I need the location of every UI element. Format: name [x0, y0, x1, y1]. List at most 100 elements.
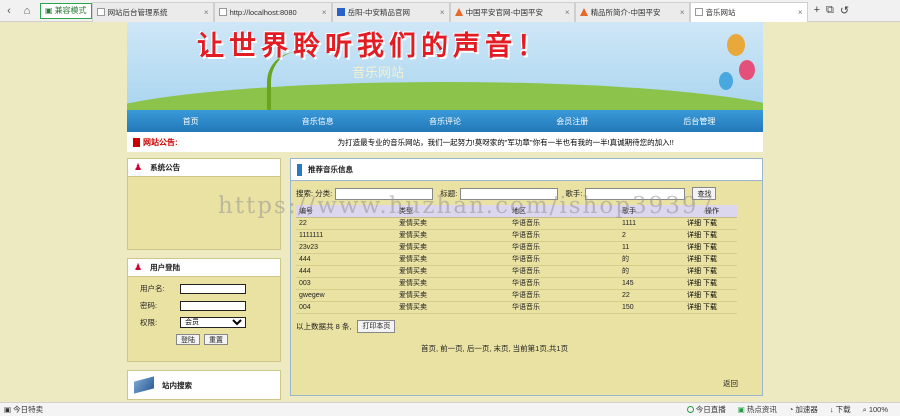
cell-ops[interactable]: 详细 下载 — [684, 301, 737, 314]
pagination[interactable]: 首页, 前一页, 后一页, 末页, 当前第1页,共1页 — [421, 343, 762, 354]
table-row: 1111111 爱情买卖 华语音乐 2 详细 下载 — [296, 229, 737, 242]
user-icon: ♟ — [134, 262, 143, 272]
cell-region: 华语音乐 — [509, 253, 619, 266]
back-link[interactable]: 返回 — [723, 378, 738, 389]
page-icon — [694, 8, 703, 16]
close-icon[interactable]: × — [680, 8, 685, 17]
banner-hill — [127, 82, 763, 110]
cell-singer: 的 — [619, 253, 684, 266]
table-row: gwegew 爱情买卖 华语音乐 22 详细 下载 — [296, 289, 737, 302]
table-row: 003 爱情买卖 华语音乐 145 详细 下载 — [296, 277, 737, 290]
section-marker — [297, 163, 302, 176]
cell-ops[interactable]: 详细 下载 — [684, 289, 737, 302]
nav-register[interactable]: 会员注册 — [509, 116, 636, 127]
tab-1[interactable]: http://localhost:8080 × — [213, 1, 332, 22]
live-icon — [686, 406, 694, 413]
status-news[interactable]: ▣ 热点资讯 — [738, 404, 777, 415]
tab-5[interactable]: 音乐网站 × — [689, 1, 808, 22]
status-accelerator[interactable]: ◔ 加速器 — [789, 404, 818, 415]
balloon-blue — [719, 72, 733, 90]
print-button[interactable]: 打印本页 — [357, 319, 396, 333]
cell-ops[interactable]: 详细 下载 — [684, 229, 737, 242]
balloon-pink — [739, 60, 755, 80]
cell-region: 华语音乐 — [509, 277, 619, 290]
table-row: 444 爱情买卖 华语音乐的详细 下载 — [296, 265, 737, 278]
cell-id: 444 — [296, 253, 396, 266]
username-label: 用户名: — [140, 284, 165, 293]
balloon-orange — [727, 34, 745, 56]
main-title: 推荐音乐信息 — [308, 165, 353, 174]
new-tab-icon[interactable]: + — [814, 4, 820, 17]
user-icon: ♟ — [134, 162, 143, 172]
download-icon: ↓ — [829, 405, 834, 414]
cell-ops[interactable]: 详细 下载 — [684, 241, 737, 254]
announce-label: 网站公告: — [143, 137, 178, 147]
banner-slogan: 让世界聆听我们的声音！ — [197, 31, 549, 62]
cell-ops[interactable]: 详细 下载 — [684, 265, 737, 278]
nav-music-comments[interactable]: 音乐评论 — [381, 116, 508, 127]
nav-admin[interactable]: 后台管理 — [636, 116, 763, 127]
cell-id: 1111111 — [296, 229, 396, 242]
table-row: 23v23 爱情买卖 华语音乐 11 详细 下载 — [296, 241, 737, 254]
page-icon — [218, 8, 227, 16]
cell-id: 003 — [296, 277, 396, 290]
notice-title: 系统公告 — [150, 163, 181, 172]
close-icon[interactable]: × — [798, 8, 803, 17]
music-table: 编号 类型 地区 歌手 操作 22 爱情买卖 华语音乐 1111 详细 下载 111111… — [296, 205, 737, 314]
cell-ops[interactable]: 详细 下载 — [684, 253, 737, 266]
news-icon: ▣ — [737, 405, 745, 414]
password-field[interactable] — [180, 300, 246, 311]
cell-type: 爱情买卖 — [396, 301, 509, 314]
cell-region: 华语音乐 — [509, 289, 619, 302]
close-icon[interactable]: × — [565, 8, 570, 17]
tab-2[interactable]: 岳阳-中安精品官网 × — [331, 1, 450, 22]
reset-button[interactable]: 重置 — [204, 334, 228, 345]
status-download[interactable]: ↓ 下载 — [830, 404, 851, 415]
role-label: 权限: — [140, 318, 158, 327]
compat-mode-button[interactable]: ▣ 兼容模式 — [40, 2, 92, 19]
cell-singer: 22 — [619, 289, 684, 302]
role-select[interactable]: 会员 — [180, 317, 246, 328]
cell-singer: 11 — [619, 241, 684, 254]
table-row: 444 爱情买卖 华语音乐的详细 下载 — [296, 253, 737, 266]
lu-icon — [336, 8, 345, 16]
banner-subtitle: 音乐网站 — [352, 66, 405, 81]
browser-tab-bar: ‹ ⌂ ▣ 兼容模式 网站后台管理系统 × http://localhost:8… — [0, 0, 900, 22]
cell-type: 爱情买卖 — [396, 265, 509, 278]
cell-ops[interactable]: 详细 下载 — [684, 277, 737, 290]
cell-singer: 145 — [619, 277, 684, 290]
tab-0[interactable]: 网站后台管理系统 × — [91, 1, 214, 22]
close-icon[interactable]: × — [204, 8, 209, 17]
tab-3[interactable]: 中国平安官网-中国平安 × — [449, 1, 575, 22]
pingan-icon — [454, 8, 463, 16]
tab-4[interactable]: 精品所简介-中国平安 × — [574, 1, 690, 22]
cell-region: 华语音乐 — [509, 229, 619, 242]
flag-icon — [133, 137, 140, 147]
username-field[interactable] — [180, 283, 246, 294]
restore-icon[interactable]: ⧉ — [826, 4, 834, 17]
undo-icon[interactable]: ↺ — [840, 4, 849, 17]
cell-type: 爱情买卖 — [396, 229, 509, 242]
cell-region: 华语音乐 — [509, 301, 619, 314]
nav-music-info[interactable]: 音乐信息 — [254, 116, 381, 127]
login-button[interactable]: 登陆 — [176, 334, 200, 345]
close-icon[interactable]: × — [440, 8, 445, 17]
cell-id: gwegew — [296, 289, 396, 302]
home-icon[interactable]: ⌂ — [18, 2, 36, 20]
browser-status-bar: ▣ 今日特卖 今日直播 ▣ 热点资讯 ◔ 加速器 ↓ 下载 ⌕ 100% — [0, 402, 900, 416]
status-zoom[interactable]: ⌕ 100% — [863, 405, 888, 415]
back-icon[interactable]: ‹ — [0, 2, 18, 20]
site-search-panel: 站内搜索 — [127, 370, 281, 400]
nav-home[interactable]: 首页 — [127, 116, 254, 127]
status-live[interactable]: 今日直播 — [686, 404, 726, 415]
login-panel: ♟ 用户登陆 用户名: 密码: 权限: 会员 登陆 重置 — [127, 258, 281, 362]
status-left[interactable]: ▣ 今日特卖 — [4, 404, 43, 415]
announce-text: 为打造最专业的音乐网站，我们一起努力!莫呀家的"军功章"你有一半也有我的一半!真… — [337, 137, 674, 147]
cell-id: 23v23 — [296, 241, 396, 254]
zoom-icon: ⌕ — [862, 404, 867, 414]
cell-type: 爱情买卖 — [396, 277, 509, 290]
close-icon[interactable]: × — [322, 8, 327, 17]
cell-region: 华语音乐 — [509, 241, 619, 254]
cell-id: 444 — [296, 265, 396, 278]
main-nav: 首页 音乐信息 音乐评论 会员注册 后台管理 — [127, 110, 763, 132]
